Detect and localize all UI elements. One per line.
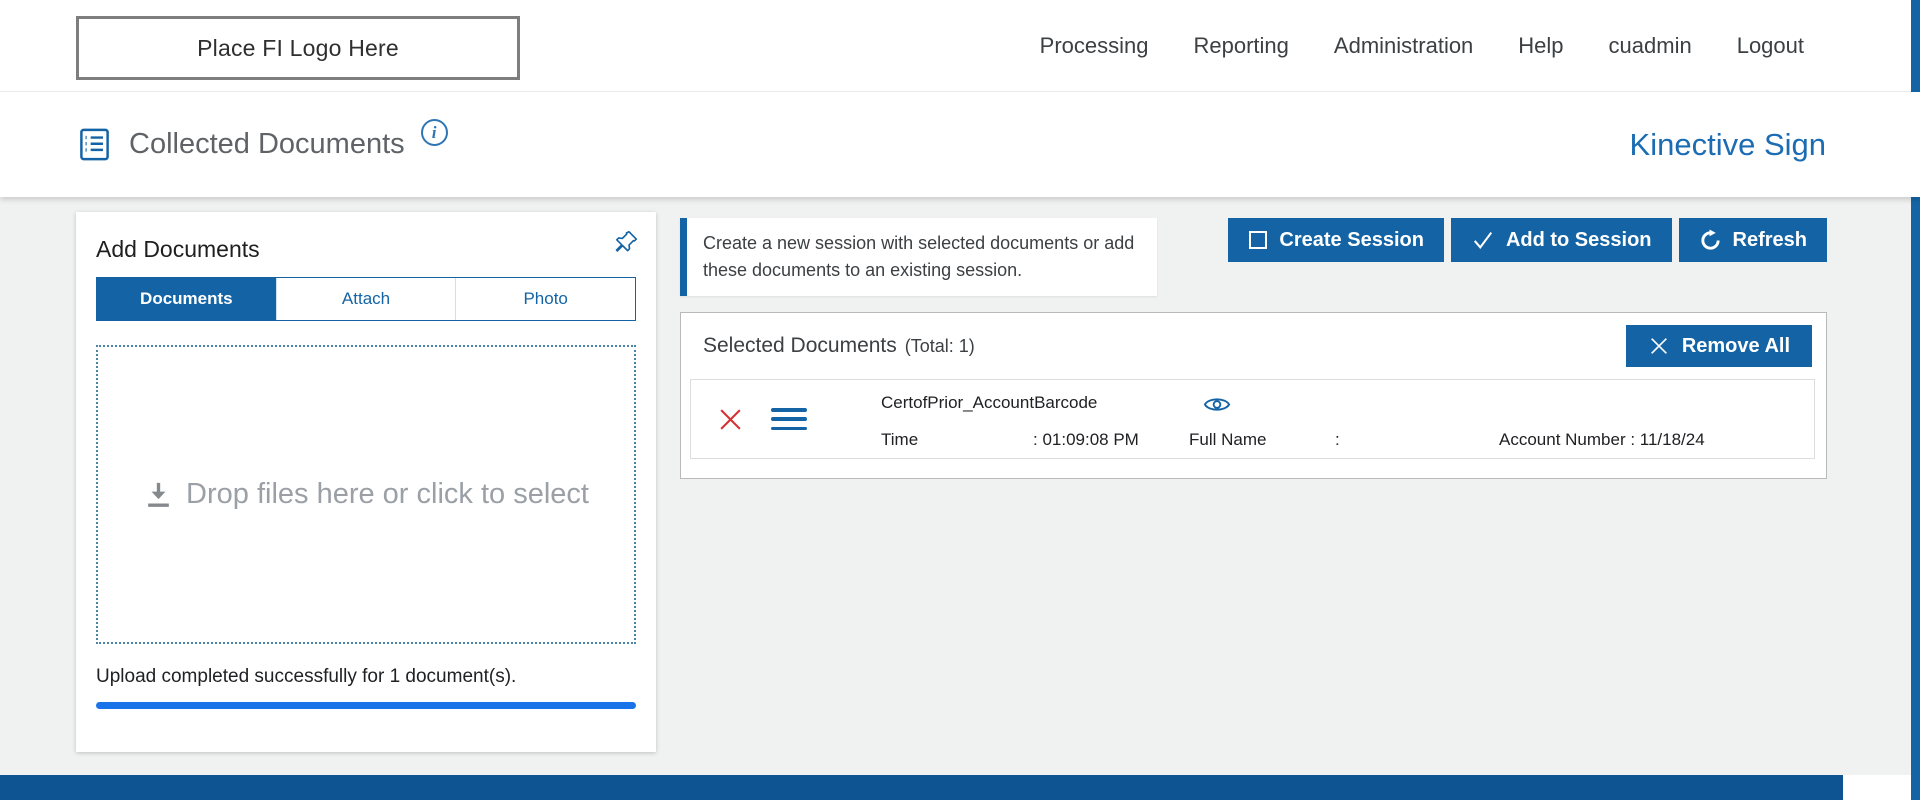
add-to-session-button[interactable]: Add to Session	[1450, 218, 1672, 262]
top-nav-bar: Place FI Logo Here Processing Reporting …	[0, 0, 1920, 92]
file-dropzone[interactable]: Drop files here or click to select	[96, 345, 636, 644]
drag-handle-icon[interactable]	[771, 408, 807, 430]
delete-document-icon[interactable]	[717, 406, 744, 433]
session-info-strip: Create a new session with selected docum…	[680, 218, 1157, 296]
fi-logo-placeholder: Place FI Logo Here	[76, 16, 520, 80]
tab-photo[interactable]: Photo	[455, 278, 636, 320]
remove-all-button[interactable]: Remove All	[1625, 325, 1812, 367]
document-row: CertofPrior_AccountBarcode Time : 01:09:…	[690, 379, 1815, 459]
fi-logo-text: Place FI Logo Here	[197, 34, 399, 61]
create-session-label: Create Session	[1279, 228, 1424, 251]
time-value: : 01:09:08 PM	[1033, 430, 1139, 449]
upload-status-text: Upload completed successfully for 1 docu…	[96, 666, 517, 687]
top-nav-menu: Processing Reporting Administration Help…	[1040, 0, 1804, 92]
info-icon[interactable]: i	[420, 119, 448, 146]
brand-kinective-sign: Kinective Sign	[1629, 126, 1826, 162]
footer-bar	[0, 775, 1843, 800]
remove-all-x-icon	[1648, 335, 1670, 357]
page-header: Collected Documents i Kinective Sign	[0, 92, 1920, 197]
selected-documents-header: Selected Documents (Total: 1) Remove All	[681, 313, 1826, 369]
preview-eye-icon[interactable]	[1203, 394, 1231, 415]
selected-documents-panel: Selected Documents (Total: 1) Remove All	[680, 312, 1827, 479]
fullname-value: :	[1335, 430, 1340, 449]
add-to-session-label: Add to Session	[1505, 228, 1652, 251]
add-documents-title: Add Documents	[96, 236, 260, 262]
create-session-button[interactable]: Create Session	[1228, 218, 1444, 262]
page-title: Collected Documents	[129, 128, 405, 160]
tab-documents[interactable]: Documents	[97, 278, 276, 320]
add-documents-tabs: Documents Attach Photo	[96, 277, 636, 321]
nav-item-help[interactable]: Help	[1518, 33, 1563, 59]
session-info-text: Create a new session with selected docum…	[703, 233, 1135, 280]
session-actions: Create Session Add to Session Refresh	[1228, 218, 1827, 262]
nav-item-logout[interactable]: Logout	[1737, 33, 1804, 59]
page-title-group: Collected Documents i	[76, 92, 448, 197]
dropzone-label: Drop files here or click to select	[186, 478, 589, 510]
upload-progress-bar	[96, 702, 636, 709]
checkmark-icon	[1471, 229, 1495, 251]
nav-item-processing[interactable]: Processing	[1040, 33, 1149, 59]
refresh-button[interactable]: Refresh	[1678, 218, 1827, 262]
page: Place FI Logo Here Processing Reporting …	[0, 0, 1920, 800]
create-session-icon	[1248, 230, 1268, 250]
refresh-label: Refresh	[1732, 228, 1807, 251]
time-label: Time	[881, 430, 919, 449]
pin-icon[interactable]	[612, 228, 640, 261]
tab-attach[interactable]: Attach	[275, 278, 456, 320]
remove-all-label: Remove All	[1681, 334, 1790, 357]
nav-item-administration[interactable]: Administration	[1334, 33, 1473, 59]
document-name: CertofPrior_AccountBarcode	[881, 393, 1098, 412]
nav-item-reporting[interactable]: Reporting	[1194, 33, 1289, 59]
selected-documents-title: Selected Documents	[703, 334, 897, 357]
add-documents-card: Add Documents Documents Attach Photo Dro…	[76, 212, 656, 752]
fullname-label: Full Name	[1189, 430, 1267, 449]
main-content: Add Documents Documents Attach Photo Dro…	[0, 197, 1920, 775]
account-number-text: Account Number : 11/18/24	[1499, 430, 1705, 449]
nav-item-user-cuadmin[interactable]: cuadmin	[1609, 33, 1692, 59]
selected-documents-total: (Total: 1)	[904, 335, 975, 356]
download-icon	[143, 479, 174, 510]
refresh-icon	[1699, 228, 1722, 252]
collected-documents-icon	[76, 126, 113, 163]
